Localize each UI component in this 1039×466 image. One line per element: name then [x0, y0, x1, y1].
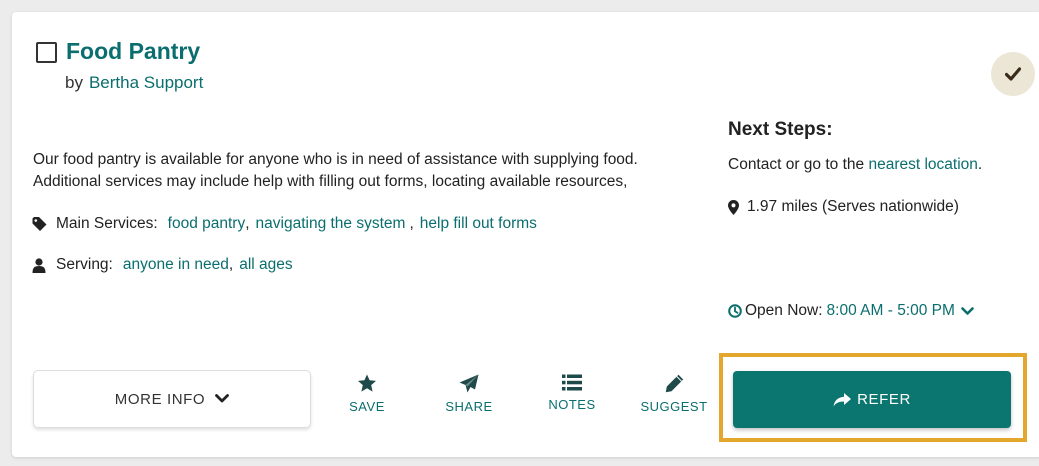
suggest-label: SUGGEST [640, 399, 708, 414]
hours-value: 8:00 AM - 5:00 PM [826, 302, 955, 319]
serving-row: Serving: anyone in need, all ages [32, 254, 293, 276]
next-steps-suffix: . [977, 156, 983, 173]
description: Our food pantry is available for anyone … [33, 149, 703, 193]
service-link-navigating[interactable]: navigating the system [256, 213, 406, 235]
check-icon [1005, 67, 1021, 81]
serving-link-anyone[interactable]: anyone in need [123, 254, 229, 276]
listing-title[interactable]: Food Pantry [66, 36, 200, 66]
by-prefix: by [65, 73, 83, 92]
description-line-2: Additional services may include help wit… [33, 173, 628, 190]
suggest-button[interactable]: SUGGEST [634, 374, 714, 424]
pencil-icon [665, 374, 683, 393]
next-steps-text: Contact or go to the nearest location. [728, 154, 982, 176]
main-services-row: Main Services: food pantry, navigating t… [32, 213, 537, 235]
share-button[interactable]: SHARE [429, 374, 509, 424]
distance-text: 1.97 miles (Serves nationwide) [747, 198, 959, 215]
clock-icon [728, 304, 742, 318]
notes-button[interactable]: NOTES [532, 374, 612, 424]
hours-label: Open Now: [745, 302, 823, 319]
service-link-food-pantry[interactable]: food pantry [168, 213, 246, 235]
byline: by Bertha Support [65, 72, 203, 94]
serving-label: Serving: [56, 256, 113, 273]
refer-label: REFER [857, 391, 911, 408]
notes-label: NOTES [548, 397, 596, 412]
main-services-label: Main Services: [56, 215, 158, 232]
share-arrow-icon [833, 392, 852, 406]
select-checkbox[interactable] [36, 42, 57, 63]
save-button[interactable]: SAVE [327, 374, 407, 424]
share-label: SHARE [445, 399, 493, 414]
serving-link-all-ages[interactable]: all ages [239, 254, 292, 276]
hours-row[interactable]: Open Now: 8:00 AM - 5:00 PM [728, 300, 974, 322]
map-marker-icon [728, 199, 739, 215]
next-steps-prefix: Contact or go to the [728, 156, 865, 173]
paper-plane-icon [459, 374, 479, 393]
tag-icon [32, 216, 50, 232]
description-line-1: Our food pantry is available for anyone … [33, 151, 638, 168]
chevron-down-icon [215, 394, 230, 403]
user-icon [32, 257, 50, 273]
provider-link[interactable]: Bertha Support [89, 73, 203, 92]
more-info-label: MORE INFO [114, 390, 206, 408]
service-link-forms[interactable]: help fill out forms [420, 213, 537, 235]
chevron-down-icon[interactable] [961, 306, 974, 316]
next-steps-title: Next Steps: [728, 119, 833, 140]
star-icon [358, 374, 376, 392]
list-icon [562, 374, 582, 391]
refer-button[interactable]: REFER [733, 371, 1011, 428]
save-label: SAVE [349, 399, 385, 414]
more-info-button[interactable]: MORE INFO [33, 370, 311, 428]
mark-complete-button[interactable] [991, 52, 1035, 96]
distance-row: 1.97 miles (Serves nationwide) [728, 196, 959, 218]
result-card: Food Pantry by Bertha Support Our food pa… [12, 12, 1039, 457]
nearest-location-link[interactable]: nearest location [868, 156, 977, 173]
